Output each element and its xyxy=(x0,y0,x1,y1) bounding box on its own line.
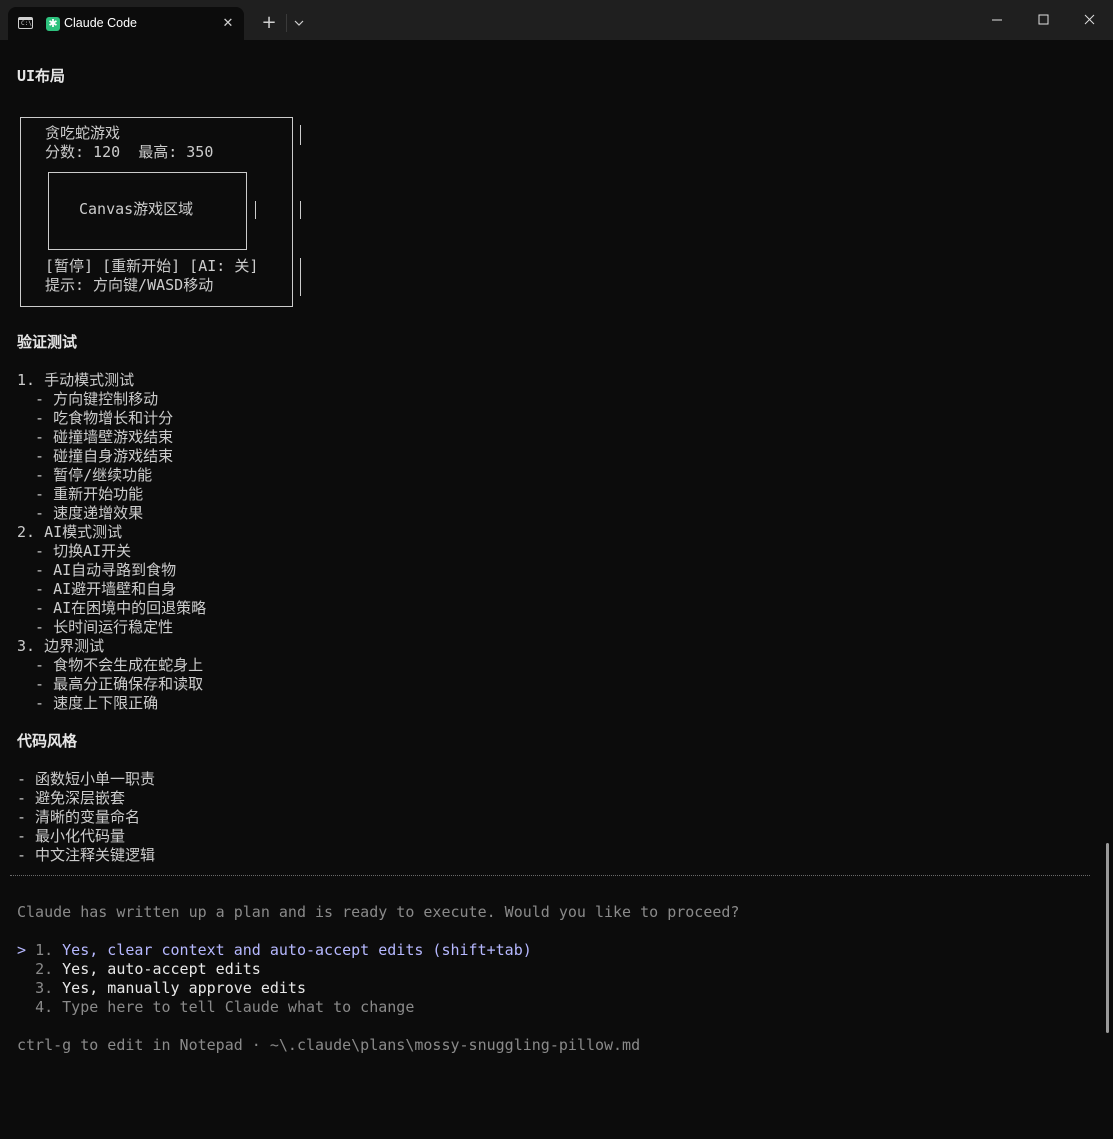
list-item: - 中文注释关键逻辑 xyxy=(17,846,156,864)
plan-question: Claude has written up a plan and is read… xyxy=(17,903,740,921)
maximize-icon[interactable] xyxy=(1020,0,1066,40)
box-buttons-line: [暂停] [重新开始] [AI: 关] xyxy=(45,257,259,275)
terminal-icon: C:\ xyxy=(18,17,33,29)
box-score-line: 分数: 120 最高: 350 xyxy=(45,143,214,161)
list-item: - 暂停/继续功能 xyxy=(17,466,153,484)
list-item: - 吃食物增长和计分 xyxy=(17,409,174,427)
box-hint-line: 提示: 方向键/WASD移动 xyxy=(45,276,214,294)
list-item: - 最高分正确保存和读取 xyxy=(17,675,204,693)
frame-edge xyxy=(300,201,301,219)
scrollbar-thumb[interactable] xyxy=(1106,843,1109,1033)
option-label: Type here to tell Claude what to change xyxy=(62,998,415,1016)
tab-separator xyxy=(286,14,287,32)
tab-claude-code[interactable]: C:\ ✱ Claude Code ✕ xyxy=(8,7,244,40)
option-label: Yes, clear context and auto-accept edits… xyxy=(62,941,532,959)
box-title: 贪吃蛇游戏 xyxy=(45,124,121,142)
chevron-down-icon[interactable] xyxy=(290,12,308,34)
list-item: - 最小化代码量 xyxy=(17,827,126,845)
selection-caret: > xyxy=(17,941,36,959)
option-marker xyxy=(17,998,35,1016)
option-marker xyxy=(17,979,35,997)
list-item: - 碰撞墙壁游戏结束 xyxy=(17,428,174,446)
option-marker xyxy=(17,960,35,978)
list-item: 1. 手动模式测试 xyxy=(17,371,135,389)
new-tab-plus-icon[interactable]: + xyxy=(258,12,280,34)
list-item: - 方向键控制移动 xyxy=(17,390,159,408)
footer-hint: ctrl-g to edit in Notepad · ~\.claude\pl… xyxy=(17,1036,641,1054)
option-number: 2. xyxy=(35,960,63,978)
list-item: - 避免深层嵌套 xyxy=(17,789,126,807)
close-window-icon[interactable] xyxy=(1066,0,1112,40)
section-divider xyxy=(10,875,1090,876)
list-item: - 碰撞自身游戏结束 xyxy=(17,447,174,465)
list-item: - 切换AI开关 xyxy=(17,542,132,560)
list-item: - 清晰的变量命名 xyxy=(17,808,141,826)
list-item: - 重新开始功能 xyxy=(17,485,144,503)
list-item: - AI避开墙壁和自身 xyxy=(17,580,177,598)
option-4[interactable]: 4. Type here to tell Claude what to chan… xyxy=(17,998,414,1017)
minimize-icon[interactable] xyxy=(974,0,1020,40)
list-item: 2. AI模式测试 xyxy=(17,523,123,541)
list-item: - 速度递增效果 xyxy=(17,504,144,522)
close-tab-icon[interactable]: ✕ xyxy=(218,14,238,34)
list-item: 3. 边界测试 xyxy=(17,637,105,655)
list-item: - AI在困境中的回退策略 xyxy=(17,599,207,617)
tab-title: Claude Code xyxy=(64,16,137,30)
list-item: - 长时间运行稳定性 xyxy=(17,618,174,636)
list-item: - 速度上下限正确 xyxy=(17,694,159,712)
option-label: Yes, auto-accept edits xyxy=(62,960,261,978)
list-item: - 食物不会生成在蛇身上 xyxy=(17,656,204,674)
option-3[interactable]: 3. Yes, manually approve edits xyxy=(17,979,306,998)
verify-heading: 验证测试 xyxy=(17,333,78,351)
frame-edge xyxy=(300,125,301,145)
option-number: 3. xyxy=(35,979,63,997)
ui-layout-heading: UI布局 xyxy=(17,67,66,85)
option-2[interactable]: 2. Yes, auto-accept edits xyxy=(17,960,261,979)
terminal-output[interactable]: UI布局 贪吃蛇游戏 分数: 120 最高: 350 Canvas游戏区域 [暂… xyxy=(0,40,1113,1139)
option-number: 4. xyxy=(35,998,63,1016)
frame-edge xyxy=(300,258,301,296)
list-item: - AI自动寻路到食物 xyxy=(17,561,177,579)
claude-asterisk-icon: ✱ xyxy=(46,17,60,31)
canvas-frame-edge xyxy=(255,201,256,219)
option-label: Yes, manually approve edits xyxy=(62,979,306,997)
option-1[interactable]: > 1. Yes, clear context and auto-accept … xyxy=(17,941,532,960)
list-item: - 函数短小单一职责 xyxy=(17,770,156,788)
title-bar: C:\ ✱ Claude Code ✕ + xyxy=(0,0,1113,40)
option-number: 1. xyxy=(35,941,63,959)
box-canvas-label: Canvas游戏区域 xyxy=(79,200,194,218)
style-heading: 代码风格 xyxy=(17,732,78,750)
